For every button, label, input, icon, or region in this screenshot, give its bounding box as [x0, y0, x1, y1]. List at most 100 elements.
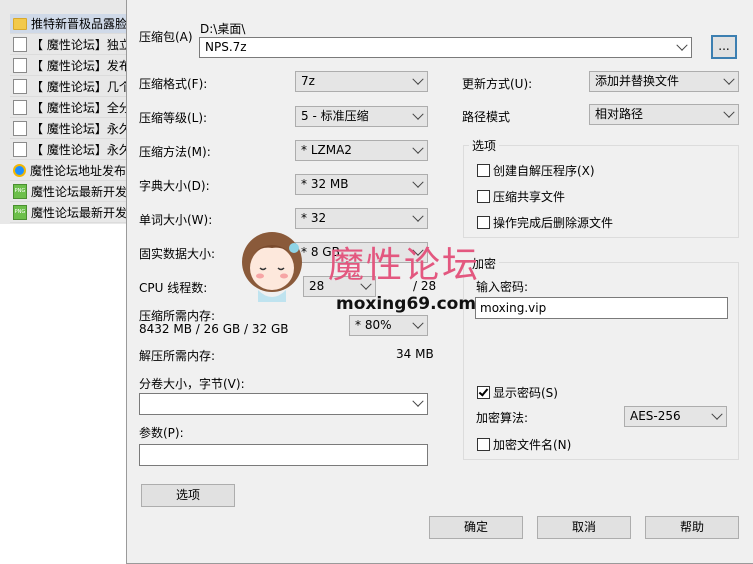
archive-name-value: NPS.7z	[205, 40, 247, 54]
password-label: 输入密码:	[476, 280, 529, 294]
browse-button[interactable]: ...	[711, 35, 737, 59]
update-value: 添加并替换文件	[595, 74, 680, 88]
show-password-checkbox[interactable]: 显示密码(S)	[477, 384, 558, 401]
options-button[interactable]: 选项	[141, 484, 235, 507]
memdecomp-value: 34 MB	[396, 347, 434, 361]
list-item-label: 魔性论坛地址发布	[30, 164, 127, 178]
list-item-label: 魔性论坛最新开发	[31, 185, 128, 199]
list-item[interactable]: 魔性论坛地址发布	[10, 161, 132, 181]
encryption-method-label: 加密算法:	[476, 411, 529, 425]
word-label: 单词大小(W):	[139, 213, 213, 227]
list-item[interactable]: PNG 魔性论坛最新开发	[10, 182, 132, 202]
memdecomp-label: 解压所需内存:	[139, 349, 216, 363]
chevron-down-icon	[723, 73, 735, 85]
chevron-down-icon	[412, 395, 424, 407]
list-item-label: 【 魔性论坛】永久	[31, 143, 131, 157]
level-select[interactable]: 5 - 标准压缩	[295, 106, 428, 127]
list-item[interactable]: 推特新晋极品露脸	[10, 14, 132, 34]
shared-checkbox[interactable]: 压缩共享文件	[477, 188, 565, 205]
solid-label: 固实数据大小:	[139, 247, 216, 261]
format-select[interactable]: 7z	[295, 71, 428, 92]
archive-label: 压缩包(A)	[139, 30, 193, 44]
document-icon	[13, 142, 27, 157]
method-select[interactable]: * LZMA2	[295, 140, 428, 161]
list-item[interactable]: 【 魔性论坛】永久	[10, 140, 132, 160]
document-icon	[13, 121, 27, 136]
list-item-label: 【 魔性论坛】独立	[31, 38, 131, 52]
cancel-button[interactable]: 取消	[537, 516, 631, 539]
file-list: 推特新晋极品露脸 【 魔性论坛】独立 【 魔性论坛】发布 【 魔性论坛】几个 【…	[0, 0, 140, 224]
list-item-label: 【 魔性论坛】永久	[31, 122, 131, 136]
params-label: 参数(P):	[139, 426, 184, 440]
list-item-label: 【 魔性论坛】全分	[31, 101, 131, 115]
method-label: 压缩方法(M):	[139, 145, 211, 159]
archive-path: D:\桌面\	[200, 22, 246, 36]
pathmode-label: 路径模式	[462, 110, 511, 124]
encryption-method-value: AES-256	[630, 409, 681, 423]
checkbox-box	[477, 190, 490, 203]
sfx-checkbox[interactable]: 创建自解压程序(X)	[477, 162, 595, 179]
options-group-title: 选项	[469, 137, 500, 154]
list-item-label: 推特新晋极品露脸	[31, 17, 128, 31]
folder-icon	[13, 17, 27, 30]
archive-name-combo[interactable]: NPS.7z	[199, 37, 692, 58]
encrypt-names-checkbox[interactable]: 加密文件名(N)	[477, 436, 571, 453]
method-value: * LZMA2	[301, 143, 352, 157]
list-item-label: 魔性论坛最新开发	[31, 206, 128, 220]
shared-label: 压缩共享文件	[493, 190, 566, 204]
encryption-method-select[interactable]: AES-256	[624, 406, 727, 427]
list-item[interactable]: 【 魔性论坛】独立	[10, 35, 132, 55]
memcomp-detail: 8432 MB / 26 GB / 32 GB	[139, 322, 289, 336]
document-icon	[13, 100, 27, 115]
chevron-down-icon	[412, 108, 424, 120]
list-item[interactable]: 【 魔性论坛】发布	[10, 56, 132, 76]
chevron-down-icon	[723, 106, 735, 118]
password-input[interactable]: moxing.vip	[475, 297, 728, 319]
chevron-down-icon	[412, 142, 424, 154]
ok-button[interactable]: 确定	[429, 516, 523, 539]
update-select[interactable]: 添加并替换文件	[589, 71, 739, 92]
delete-checkbox[interactable]: 操作完成后删除源文件	[477, 214, 613, 231]
update-label: 更新方式(U):	[462, 77, 533, 91]
chevron-down-icon	[412, 176, 424, 188]
checkbox-box	[477, 164, 490, 177]
chevron-down-icon	[412, 73, 424, 85]
png-icon: PNG	[13, 205, 27, 220]
mascot-icon	[242, 232, 302, 302]
list-item[interactable]: 【 魔性论坛】永久	[10, 119, 132, 139]
pathmode-select[interactable]: 相对路径	[589, 104, 739, 125]
document-icon	[13, 37, 27, 52]
show-password-label: 显示密码(S)	[493, 386, 558, 400]
dict-select[interactable]: * 32 MB	[295, 174, 428, 195]
dict-label: 字典大小(D):	[139, 179, 210, 193]
sfx-label: 创建自解压程序(X)	[493, 164, 595, 178]
dict-value: * 32 MB	[301, 177, 349, 191]
pathmode-value: 相对路径	[595, 107, 644, 121]
checkbox-box	[477, 386, 490, 399]
level-value: 5 - 标准压缩	[301, 109, 369, 123]
checkbox-box	[477, 438, 490, 451]
format-value: 7z	[301, 74, 315, 88]
watermark-title: 魔性论坛	[328, 245, 481, 286]
delete-label: 操作完成后删除源文件	[493, 216, 614, 230]
help-button[interactable]: 帮助	[645, 516, 739, 539]
level-label: 压缩等级(L):	[139, 111, 208, 125]
list-item[interactable]: PNG 魔性论坛最新开发	[10, 203, 132, 223]
list-item-label: 【 魔性论坛】几个	[31, 80, 131, 94]
split-label: 分卷大小，字节(V):	[139, 377, 245, 391]
document-icon	[13, 58, 27, 73]
chevron-down-icon	[412, 210, 424, 222]
params-input[interactable]	[139, 444, 428, 466]
document-icon	[13, 79, 27, 94]
format-label: 压缩格式(F):	[139, 77, 208, 91]
encrypt-names-label: 加密文件名(N)	[493, 438, 572, 452]
chevron-down-icon	[676, 39, 688, 51]
cpu-label: CPU 线程数:	[139, 281, 208, 295]
list-item-label: 【 魔性论坛】发布	[31, 59, 131, 73]
ie-icon	[13, 164, 26, 177]
watermark-url: moxing69.com	[336, 294, 477, 314]
list-item[interactable]: 【 魔性论坛】几个	[10, 77, 132, 97]
chevron-down-icon	[711, 408, 723, 420]
list-item[interactable]: 【 魔性论坛】全分	[10, 98, 132, 118]
split-select[interactable]	[139, 393, 428, 415]
